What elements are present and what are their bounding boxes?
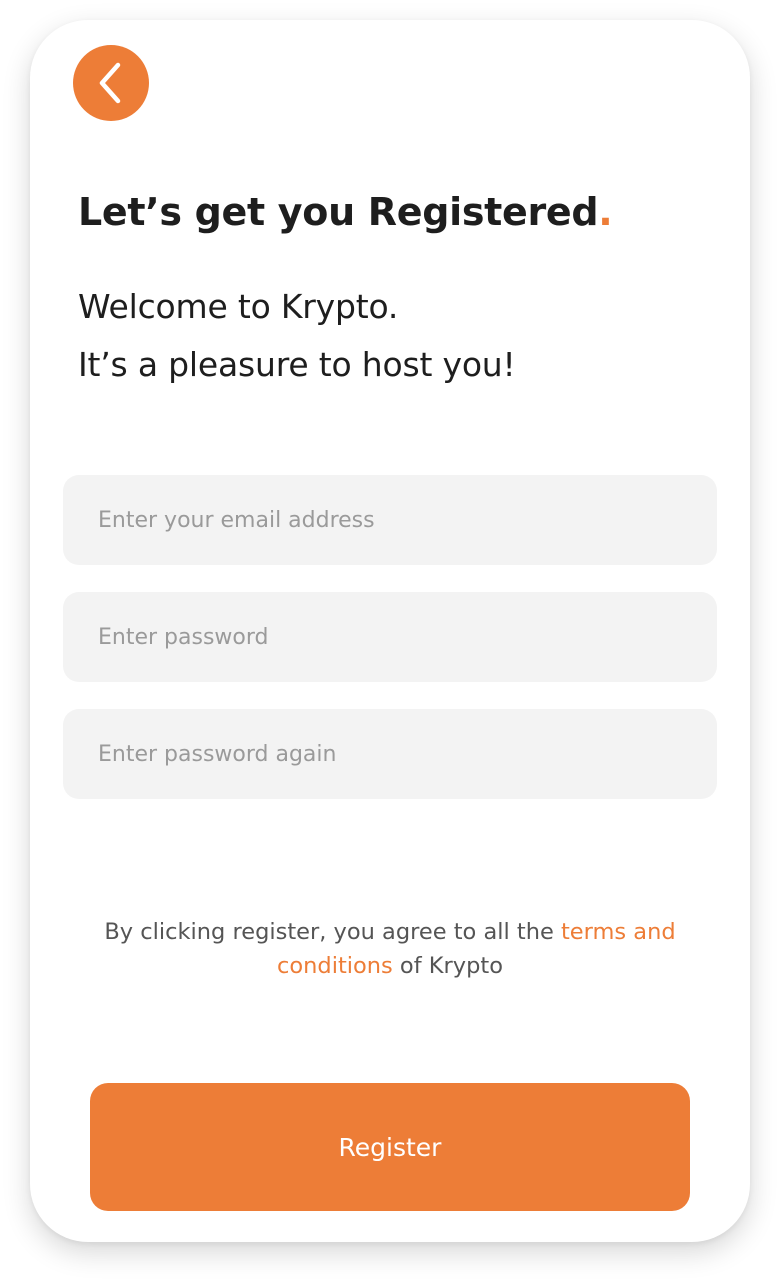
- back-button[interactable]: [73, 45, 149, 121]
- password-field[interactable]: [63, 592, 717, 682]
- terms-prefix: By clicking register, you agree to all t…: [104, 919, 561, 945]
- register-button[interactable]: Register: [90, 1083, 690, 1211]
- email-field[interactable]: [63, 475, 717, 565]
- terms-notice: By clicking register, you agree to all t…: [78, 915, 702, 983]
- terms-suffix: of Krypto: [392, 953, 503, 979]
- welcome-line-1: Welcome to Krypto.: [78, 287, 399, 326]
- register-card: Let’s get you Registered. Welcome to Kry…: [30, 20, 750, 1242]
- page-title: Let’s get you Registered.: [78, 190, 613, 234]
- welcome-line-2: It’s a pleasure to host you!: [78, 345, 516, 384]
- welcome-message: Welcome to Krypto. It’s a pleasure to ho…: [78, 278, 516, 394]
- page-title-text: Let’s get you Registered: [78, 190, 599, 234]
- chevron-left-icon: [99, 62, 121, 104]
- password-again-field[interactable]: [63, 709, 717, 799]
- title-accent-dot: .: [598, 190, 613, 234]
